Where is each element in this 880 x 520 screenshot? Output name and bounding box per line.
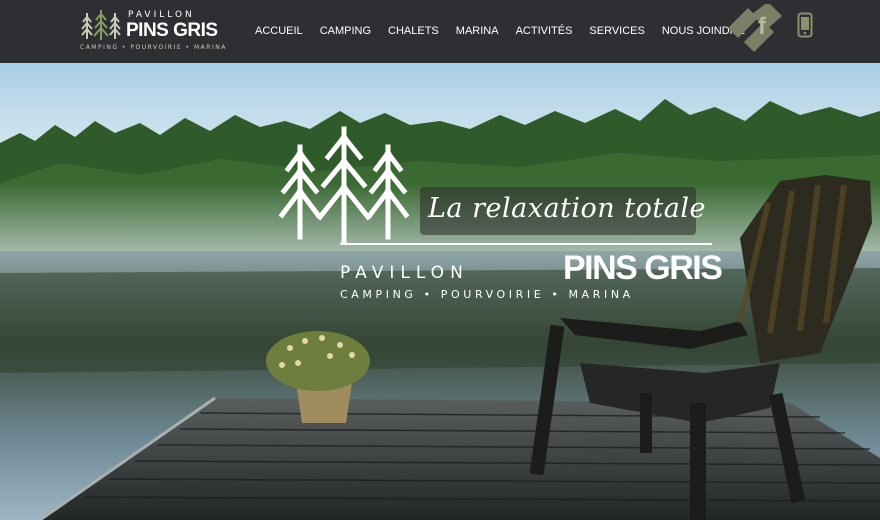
nav-item-camping[interactable]: CAMPING <box>320 23 371 39</box>
site-header: PAVILLON PINS GRIS CAMPING • POURVOIRIE … <box>0 0 880 63</box>
brand-small-name: PAVILLON <box>128 10 195 20</box>
brand-tagline: CAMPING • POURVOIRIE • MARINA <box>80 44 227 51</box>
hero-banner: La relaxation totale PAVILLON PINS GRIS … <box>0 63 880 520</box>
facebook-logo-icon[interactable]: f <box>724 4 786 52</box>
pine-trees-icon <box>278 126 410 245</box>
phone-icon[interactable] <box>797 12 813 38</box>
nav-item-marina[interactable]: MARINA <box>456 23 499 39</box>
pine-trees-icon <box>81 10 121 40</box>
svg-text:f: f <box>758 13 767 40</box>
divider <box>340 243 712 245</box>
hero-logo-tagline: CAMPING • POURVOIRIE • MARINA <box>340 288 634 301</box>
main-nav: ACCUEIL CAMPING CHALETS MARINA ACTIVITÉS… <box>255 23 762 39</box>
site-logo[interactable]: PAVILLON PINS GRIS CAMPING • POURVOIRIE … <box>80 7 240 55</box>
nav-item-accueil[interactable]: ACCUEIL <box>255 23 303 39</box>
nav-item-services[interactable]: SERVICES <box>589 23 644 39</box>
brand-big-name: PINS GRIS <box>126 20 218 41</box>
hero-logo-small-name: PAVILLON <box>340 263 469 283</box>
nav-item-activites[interactable]: ACTIVITÉS <box>516 23 573 39</box>
hero-slogan: La relaxation totale <box>428 193 706 224</box>
hero-logo-big-name: PINS GRIS <box>563 249 723 287</box>
nav-item-chalets[interactable]: CHALETS <box>388 23 439 39</box>
hero-logo: La relaxation totale PAVILLON PINS GRIS … <box>278 125 723 365</box>
